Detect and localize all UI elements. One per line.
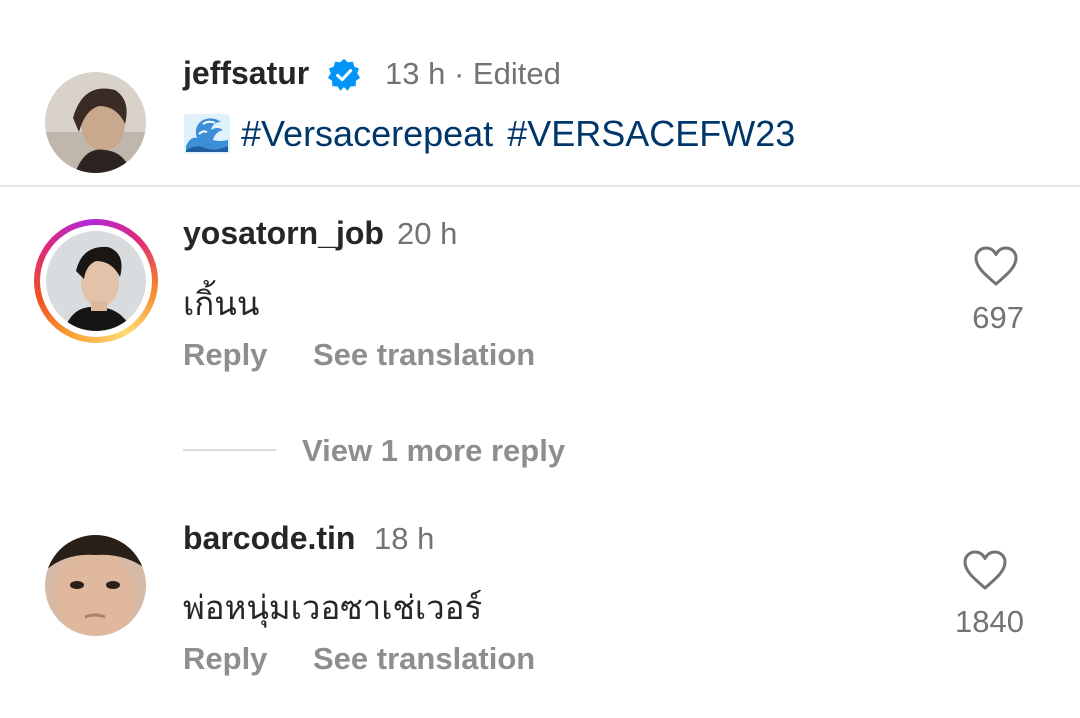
comment-time: 18 h: [374, 521, 435, 556]
comment-username[interactable]: barcode.tin: [183, 520, 355, 557]
comment-username[interactable]: yosatorn_job: [183, 215, 384, 252]
heart-icon[interactable]: [973, 245, 1019, 287]
comment-time: 20 h: [397, 216, 458, 251]
caption-author-avatar[interactable]: [45, 72, 146, 173]
see-translation-button[interactable]: See translation: [313, 337, 535, 373]
comment-author-avatar[interactable]: [46, 231, 146, 331]
like-count: 697: [972, 300, 1024, 335]
caption-time: 13 h: [385, 56, 446, 91]
comment-author-avatar[interactable]: [45, 535, 146, 636]
caption-text: #Versacerepeat #VERSACEFW23: [183, 112, 809, 156]
reply-button[interactable]: Reply: [183, 337, 267, 373]
hashtag-link[interactable]: #VERSACEFW23: [507, 113, 795, 155]
caption-meta: 13 h · Edited: [385, 56, 561, 92]
caption-username[interactable]: jeffsatur: [183, 55, 309, 92]
hashtag-link[interactable]: #Versacerepeat: [241, 113, 493, 155]
heart-icon[interactable]: [962, 549, 1008, 591]
like-count: 1840: [955, 604, 1024, 639]
comment-text: เกิ้นน: [183, 284, 260, 323]
caption-edited: · Edited: [453, 56, 561, 91]
verified-badge-icon: [327, 58, 361, 92]
view-replies-divider: [183, 449, 276, 451]
water-wave-emoji-icon: [183, 112, 231, 156]
comment-text: พ่อหนุ่มเวอซาเช่เวอร์: [183, 588, 483, 627]
reply-button[interactable]: Reply: [183, 641, 267, 677]
view-more-replies-button[interactable]: View 1 more reply: [302, 433, 565, 469]
see-translation-button[interactable]: See translation: [313, 641, 535, 677]
caption-divider: [0, 185, 1080, 187]
